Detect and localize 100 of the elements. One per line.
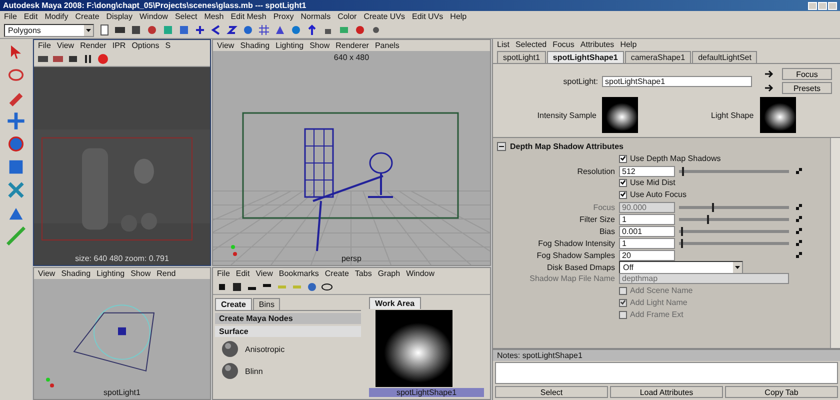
menu-item[interactable]: Shading	[240, 41, 270, 50]
menu-item[interactable]: Modify	[44, 12, 68, 21]
tab[interactable]: defaultLightSet	[692, 51, 758, 63]
menu-item[interactable]: Normals	[300, 12, 331, 21]
sphere-icon[interactable]	[290, 24, 302, 36]
minimize-button[interactable]	[808, 2, 817, 10]
node-name[interactable]: Anisotropic	[245, 344, 285, 354]
sphere-icon[interactable]	[242, 24, 254, 36]
menu-item[interactable]: Edit	[24, 12, 38, 21]
scroll-bar[interactable]	[830, 138, 840, 348]
menu-item[interactable]: Show	[130, 269, 151, 278]
maximize-button[interactable]	[818, 2, 827, 10]
menu-item[interactable]: Create	[75, 12, 100, 21]
input-field[interactable]: 1	[619, 238, 675, 248]
menu-item[interactable]: View	[256, 269, 273, 278]
checkbox[interactable]	[619, 190, 627, 198]
section-title[interactable]: Depth Map Shadow Attributes	[510, 142, 624, 150]
presets-button[interactable]: Presets	[782, 82, 832, 94]
tab[interactable]: cameraShape1	[624, 51, 692, 63]
tab[interactable]: Bins	[252, 298, 280, 310]
checkbox[interactable]	[619, 154, 627, 162]
caret-icon[interactable]	[733, 262, 742, 273]
menu-item[interactable]: Create	[324, 269, 349, 278]
tab[interactable]: spotLightShape1	[546, 51, 624, 63]
menu-item[interactable]: Tabs	[354, 269, 372, 278]
map-icon[interactable]	[793, 225, 805, 237]
menu-item[interactable]: Proxy	[273, 12, 294, 21]
menu-item[interactable]: Color	[338, 12, 357, 21]
menu-item[interactable]: Options	[132, 41, 160, 50]
menu-item[interactable]: Mesh	[204, 12, 224, 21]
menu-item[interactable]: Graph	[378, 269, 400, 278]
menu-item[interactable]: Render	[80, 41, 106, 50]
menu-item[interactable]: Lighting	[96, 269, 125, 278]
menu-item[interactable]: IPR	[112, 41, 126, 50]
input-field[interactable]: 512	[619, 166, 675, 176]
menu-item[interactable]: Lighting	[276, 41, 304, 50]
menu-item[interactable]: Select	[174, 12, 198, 21]
notes-field[interactable]	[495, 362, 838, 384]
square-icon[interactable]	[178, 24, 190, 36]
menu-item[interactable]: Focus	[552, 40, 574, 49]
menu-item[interactable]: Help	[620, 40, 637, 49]
close-button[interactable]	[828, 2, 837, 10]
action-button[interactable]: Copy Tab	[725, 386, 838, 398]
node-list-header[interactable]: Create Maya Nodes	[215, 313, 361, 324]
menu-item[interactable]: Renderer	[336, 41, 369, 50]
plus-icon[interactable]	[194, 24, 206, 36]
caret-icon[interactable]	[84, 24, 93, 36]
node-name-field[interactable]: spotLightShape1	[602, 76, 752, 86]
slider-thumb[interactable]	[681, 226, 684, 236]
action-button[interactable]: Select	[495, 386, 608, 398]
menu-item[interactable]: View	[56, 41, 74, 50]
menu-item[interactable]: Window	[406, 269, 435, 278]
slider-thumb[interactable]	[681, 238, 684, 248]
curve-icon[interactable]	[210, 24, 222, 36]
menu-set-dropdown[interactable]: Polygons	[4, 24, 94, 36]
menu-item[interactable]: View	[38, 269, 56, 278]
menu-item[interactable]: Shading	[61, 269, 91, 278]
map-icon[interactable]	[793, 213, 805, 225]
page-icon[interactable]	[98, 24, 110, 36]
menu-item[interactable]: List	[497, 40, 510, 49]
menu-item[interactable]: Selected	[515, 40, 547, 49]
grid-icon[interactable]	[258, 24, 270, 36]
node-name[interactable]: Blinn	[245, 366, 263, 376]
slider-thumb[interactable]	[682, 166, 684, 176]
menu-item[interactable]: Panels	[374, 41, 400, 50]
menu-item[interactable]: File	[38, 41, 51, 50]
map-icon[interactable]	[793, 249, 805, 261]
menu-item[interactable]: Attributes	[580, 40, 614, 49]
menu-item[interactable]: Display	[106, 12, 132, 21]
menu-item[interactable]: Create UVs	[364, 12, 406, 21]
focus-button[interactable]: Focus	[782, 68, 832, 80]
menu-item[interactable]: S	[165, 41, 171, 50]
tab[interactable]: Create	[215, 298, 252, 310]
cone-icon[interactable]	[274, 24, 286, 36]
dropdown[interactable]: Off	[619, 261, 743, 274]
map-icon[interactable]	[793, 165, 805, 177]
action-button[interactable]: Load Attributes	[610, 386, 723, 398]
menu-item[interactable]: Edit UVs	[412, 12, 444, 21]
work-area-tab[interactable]: Work Area	[369, 297, 421, 309]
menu-item[interactable]: File	[4, 12, 17, 21]
input-field[interactable]: 20	[619, 250, 675, 260]
expand-toggle-icon[interactable]	[497, 142, 506, 150]
shader-ball-icon[interactable]	[221, 340, 239, 358]
curve-icon[interactable]	[226, 24, 238, 36]
menu-item[interactable]: Window	[140, 12, 168, 21]
category-header[interactable]: Surface	[215, 326, 361, 337]
menu-item[interactable]: Rend	[156, 269, 176, 278]
input-field[interactable]: 1	[619, 214, 675, 224]
menu-item[interactable]: View	[217, 41, 234, 50]
menu-item[interactable]: Help	[450, 12, 467, 21]
menu-item[interactable]: Edit Mesh	[230, 12, 266, 21]
input-field[interactable]: 0.001	[619, 226, 675, 236]
map-icon[interactable]	[793, 237, 805, 249]
menu-item[interactable]: Edit	[236, 269, 250, 278]
pause-icon[interactable]	[82, 52, 94, 64]
menu-item[interactable]: File	[217, 269, 230, 278]
checkbox[interactable]	[619, 178, 627, 186]
menu-item[interactable]: Bookmarks	[278, 269, 319, 278]
move-icon[interactable]	[6, 111, 26, 131]
tab[interactable]: spotLight1	[497, 51, 546, 63]
